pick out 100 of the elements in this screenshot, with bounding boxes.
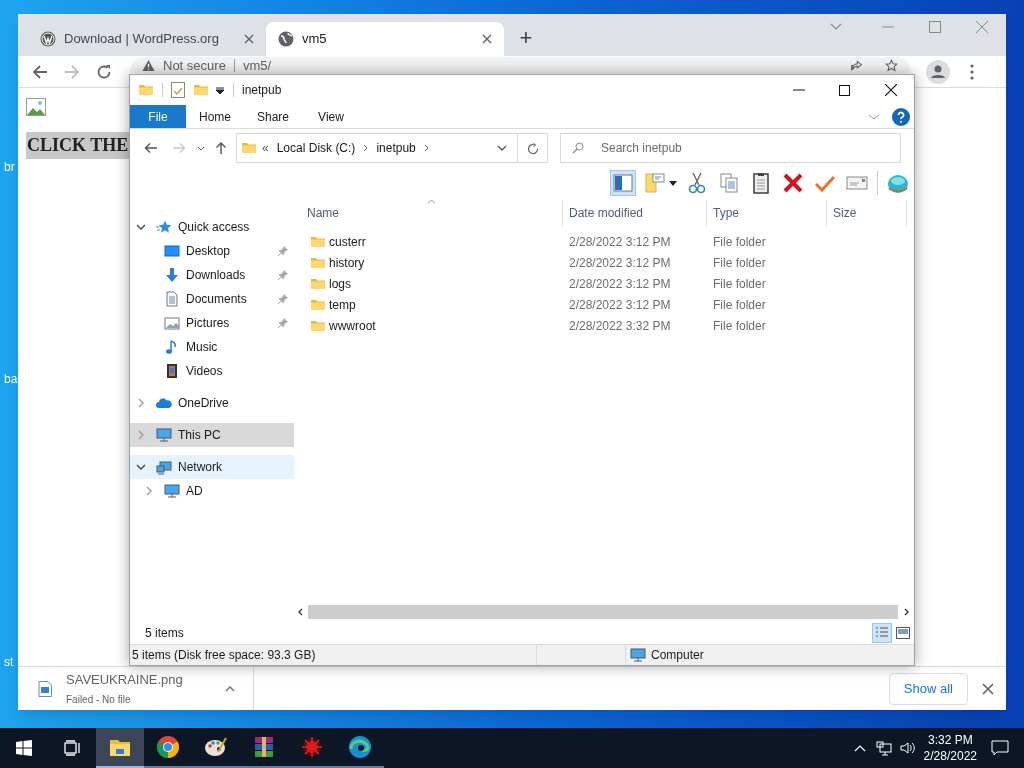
date-modified-cell: 2/28/2022 3:12 PM xyxy=(569,255,671,270)
desktop-icon xyxy=(164,243,180,259)
type-cell: File folder xyxy=(713,255,766,270)
dropdown-caret-icon[interactable] xyxy=(669,180,677,186)
recent-dropdown-icon[interactable] xyxy=(197,145,205,151)
ribbon-tab[interactable]: Home xyxy=(186,105,244,128)
taskbar-app-button[interactable] xyxy=(96,728,144,768)
large-icons-view-icon[interactable] xyxy=(896,627,910,639)
chevron-down-icon[interactable] xyxy=(136,222,146,232)
type-cell: File folder xyxy=(713,234,766,249)
chevron-right-icon[interactable] xyxy=(144,486,154,496)
show-all-button[interactable]: Show all xyxy=(888,672,968,705)
delete-icon[interactable] xyxy=(781,171,805,195)
reload-icon[interactable] xyxy=(96,64,112,80)
refresh-icon[interactable] xyxy=(526,141,539,155)
share-icon[interactable] xyxy=(850,59,863,72)
profile-avatar-icon[interactable] xyxy=(926,60,950,84)
volume-icon[interactable] xyxy=(899,740,916,756)
clock-date[interactable]: 2/28/2022 xyxy=(923,748,977,764)
sidebar-item[interactable]: Videos xyxy=(130,359,294,383)
search-field[interactable]: Search inetpub xyxy=(560,133,901,163)
menu-icon[interactable] xyxy=(970,64,974,80)
browser-tab[interactable]: vm5 xyxy=(266,22,504,56)
network-icon[interactable] xyxy=(875,740,892,756)
cloud-icon xyxy=(156,395,172,411)
sidebar-item[interactable]: AD xyxy=(130,479,294,503)
network-icon xyxy=(156,459,172,475)
task-view-icon xyxy=(63,740,81,756)
type-cell: File folder xyxy=(713,318,766,333)
close-icon[interactable] xyxy=(885,84,897,96)
broken-image-icon xyxy=(26,98,46,116)
windows-start-icon[interactable] xyxy=(16,740,32,756)
scrollbar-thumb[interactable] xyxy=(308,605,898,619)
swirl-icon xyxy=(348,735,372,759)
column-header[interactable]: Date modified xyxy=(563,200,707,226)
sidebar-item[interactable]: Documents xyxy=(130,287,294,311)
scroll-right-icon[interactable] xyxy=(904,608,910,616)
notification-icon[interactable] xyxy=(991,740,1009,756)
sidebar-item[interactable]: Quick access xyxy=(130,215,294,239)
close-icon[interactable] xyxy=(482,34,492,44)
back-icon[interactable] xyxy=(144,142,158,154)
picture-icon xyxy=(164,315,180,331)
ribbon-tab[interactable]: File xyxy=(130,105,186,128)
file-name[interactable]: wwwroot xyxy=(329,316,376,335)
up-icon[interactable] xyxy=(215,141,227,155)
download-file-name: SAVEUKRAINE.png xyxy=(66,671,183,690)
back-icon[interactable] xyxy=(32,64,48,80)
type-cell: File folder xyxy=(713,297,766,312)
item-count: 5 items xyxy=(145,625,184,642)
globe-icon xyxy=(278,31,294,47)
chevron-right-icon[interactable] xyxy=(136,398,146,408)
sidebar-item[interactable]: Desktop xyxy=(130,239,294,263)
monitor-icon xyxy=(156,427,172,443)
chevron-down-icon[interactable] xyxy=(136,462,146,472)
file-name[interactable]: custerr xyxy=(329,232,366,251)
sidebar-item[interactable]: OneDrive xyxy=(130,391,294,415)
warning-icon xyxy=(142,59,155,72)
sidebar-item[interactable]: Music xyxy=(130,335,294,359)
address-bar[interactable]: Not secure vm5/ xyxy=(130,57,910,73)
chevron-right-icon[interactable] xyxy=(363,144,369,152)
new-tab-button[interactable]: + xyxy=(512,24,540,52)
chevron-down-icon[interactable] xyxy=(497,145,507,151)
search-icon xyxy=(572,142,584,154)
breadcrumb-item[interactable]: inetpub xyxy=(376,139,416,157)
stacked-books-icon xyxy=(252,735,276,759)
star-icon[interactable] xyxy=(885,59,898,72)
close-icon[interactable] xyxy=(982,682,994,695)
overflow-chevron[interactable]: « xyxy=(262,139,269,157)
sort-ascending-icon xyxy=(427,199,436,204)
column-header[interactable]: Size xyxy=(827,200,907,226)
help-icon[interactable] xyxy=(892,107,910,126)
browser-tab[interactable]: Download | WordPress.org xyxy=(28,22,266,56)
chevron-up-icon[interactable] xyxy=(853,744,866,752)
type-cell: File folder xyxy=(713,276,766,291)
sidebar-item[interactable]: Network xyxy=(130,455,294,479)
image-file-icon xyxy=(38,680,52,697)
caret-up-icon[interactable] xyxy=(225,685,235,692)
chevron-right-icon[interactable] xyxy=(423,144,429,152)
sidebar-item[interactable]: This PC xyxy=(130,423,294,447)
maximize-icon[interactable] xyxy=(839,84,850,96)
monitor-icon xyxy=(630,647,646,663)
file-name[interactable]: history xyxy=(329,253,365,272)
address-field[interactable]: « Local Disk (C:) inetpub xyxy=(236,133,548,163)
ribbon-tab[interactable]: Share xyxy=(244,105,302,128)
sidebar-item[interactable]: Pictures xyxy=(130,311,294,335)
clock-time[interactable]: 3:32 PM xyxy=(927,732,973,748)
properties-icon[interactable] xyxy=(171,82,185,98)
column-header[interactable]: Name xyxy=(301,200,563,226)
file-name[interactable]: temp xyxy=(329,295,356,314)
sidebar-item[interactable]: Downloads xyxy=(130,263,294,287)
window-title: inetpub xyxy=(242,82,282,99)
column-header[interactable]: Type xyxy=(707,200,827,226)
expand-ribbon-icon[interactable] xyxy=(868,112,880,121)
preview-pane-icon[interactable] xyxy=(611,171,635,195)
customize-dropdown-icon[interactable] xyxy=(215,85,225,95)
ribbon-tab[interactable]: View xyxy=(302,105,360,128)
file-name[interactable]: logs xyxy=(329,274,351,293)
document-icon xyxy=(164,291,180,307)
scroll-left-icon[interactable] xyxy=(297,608,303,616)
breadcrumb-item[interactable]: Local Disk (C:) xyxy=(276,139,356,157)
